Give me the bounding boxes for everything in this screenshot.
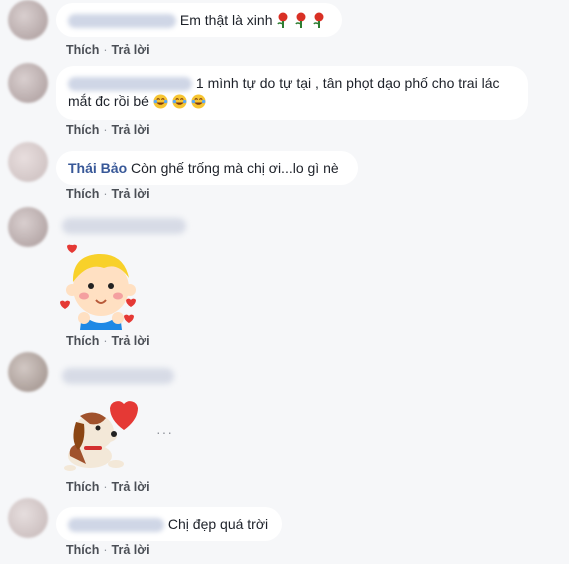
comment-bubble: Thái Bảo Còn ghế trống mà chị ơi...lo gì… bbox=[56, 151, 358, 185]
comment-author[interactable]: Thái Bảo bbox=[68, 160, 127, 176]
laughing-tears-icon bbox=[191, 94, 206, 113]
like-link[interactable]: Thích bbox=[66, 480, 99, 494]
comment-bubble: Chị đẹp quá trời bbox=[56, 507, 282, 541]
comment-text: Còn ghế trống mà chị ơi...lo gì nè bbox=[131, 160, 339, 176]
more-options-icon[interactable]: ··· bbox=[156, 424, 173, 440]
rose-icon bbox=[276, 12, 290, 32]
separator: · bbox=[103, 543, 108, 557]
like-link[interactable]: Thích bbox=[66, 543, 99, 557]
comment-text: Em thật là xinh bbox=[179, 12, 273, 28]
separator: · bbox=[103, 123, 108, 137]
commenter-name-blurred[interactable] bbox=[62, 368, 174, 384]
like-link[interactable]: Thích bbox=[66, 123, 99, 137]
reply-link[interactable]: Trả lời bbox=[112, 543, 150, 557]
reply-link[interactable]: Trả lời bbox=[112, 480, 150, 494]
like-link[interactable]: Thích bbox=[66, 334, 99, 348]
commenter-name-blurred[interactable] bbox=[62, 218, 186, 234]
commenter-avatar[interactable] bbox=[8, 142, 48, 182]
boy-with-hearts-sticker bbox=[58, 240, 144, 330]
commenter-avatar[interactable] bbox=[8, 63, 48, 103]
reply-link[interactable]: Trả lời bbox=[112, 334, 150, 348]
commenter-avatar[interactable] bbox=[8, 207, 48, 247]
rose-icon bbox=[312, 12, 326, 32]
separator: · bbox=[103, 480, 108, 494]
commenter-avatar[interactable] bbox=[8, 352, 48, 392]
like-link[interactable]: Thích bbox=[66, 43, 99, 57]
separator: · bbox=[103, 187, 108, 201]
rose-icon bbox=[294, 12, 308, 32]
commenter-name-blurred[interactable] bbox=[68, 518, 164, 533]
comment-bubble: Em thật là xinh bbox=[56, 3, 342, 37]
separator: · bbox=[103, 43, 108, 57]
commenter-name-blurred[interactable] bbox=[68, 14, 176, 29]
laughing-tears-icon bbox=[172, 94, 187, 113]
reply-link[interactable]: Trả lời bbox=[112, 187, 150, 201]
commenter-name-blurred[interactable] bbox=[68, 77, 192, 92]
commenter-avatar[interactable] bbox=[8, 0, 48, 40]
commenter-avatar[interactable] bbox=[8, 498, 48, 538]
comment-text: Chị đẹp quá trời bbox=[167, 516, 269, 532]
like-link[interactable]: Thích bbox=[66, 187, 99, 201]
reply-link[interactable]: Trả lời bbox=[112, 123, 150, 137]
comment-bubble: 1 mình tự do tự tại , tân phọt dạo phố c… bbox=[56, 66, 528, 120]
puppy-with-heart-sticker bbox=[56, 394, 146, 476]
separator: · bbox=[103, 334, 108, 348]
laughing-tears-icon bbox=[153, 94, 168, 113]
reply-link[interactable]: Trả lời bbox=[112, 43, 150, 57]
